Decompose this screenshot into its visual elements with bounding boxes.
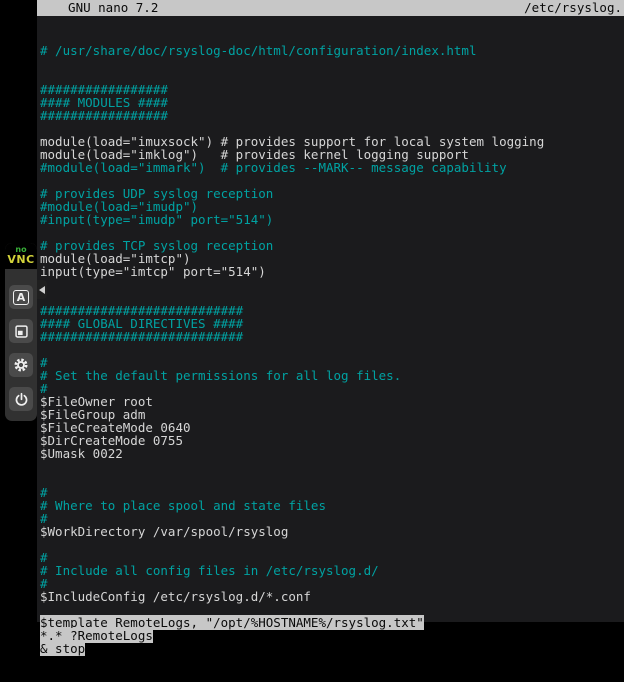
terminal-window: GNU nano 7.2 /etc/rsyslog. # /usr/share/… (37, 0, 624, 622)
editor-line (40, 57, 624, 70)
editor-line: *.* ?RemoteLogs (40, 629, 624, 642)
editor-area[interactable]: # /usr/share/doc/rsyslog-doc/html/config… (37, 16, 624, 681)
editor-line: ########################### (40, 330, 624, 343)
vnc-toolbar: no VNC A (5, 243, 37, 421)
editor-lines: # /usr/share/doc/rsyslog-doc/html/config… (40, 44, 624, 655)
nano-file-path: /etc/rsyslog. (524, 0, 622, 16)
editor-line (40, 460, 624, 473)
power-icon (14, 392, 29, 407)
editor-line: #input(type="imudp" port="514") (40, 213, 624, 226)
editor-line: # Set the default permissions for all lo… (40, 369, 624, 382)
toolbar-collapse-handle[interactable] (37, 280, 47, 299)
editor-line: # Include all config files in /etc/rsysl… (40, 564, 624, 577)
editor-line: $IncludeConfig /etc/rsyslog.d/*.conf (40, 590, 624, 603)
editor-line: # /usr/share/doc/rsyslog-doc/html/config… (40, 44, 624, 57)
editor-line: $DirCreateMode 0755 (40, 434, 624, 447)
editor-line (40, 538, 624, 551)
chevron-left-icon (39, 286, 45, 294)
editor-line: ################# (40, 109, 624, 122)
editor-line: # Where to place spool and state files (40, 499, 624, 512)
editor-line: & stop (40, 642, 624, 655)
novnc-logo: no VNC (5, 243, 37, 269)
power-button[interactable] (9, 387, 33, 411)
editor-line: $Umask 0022 (40, 447, 624, 460)
gear-icon (13, 357, 29, 373)
nano-app-title: GNU nano 7.2 (53, 0, 158, 16)
keyboard-icon: A (13, 290, 30, 305)
editor-line (40, 473, 624, 486)
editor-line: $WorkDirectory /var/spool/rsyslog (40, 525, 624, 538)
fullscreen-icon (14, 324, 29, 339)
novnc-logo-text-bottom: VNC (5, 254, 37, 265)
editor-line (40, 278, 624, 291)
keyboard-button[interactable]: A (9, 285, 33, 309)
settings-button[interactable] (9, 353, 33, 377)
fullscreen-button[interactable] (9, 319, 33, 343)
editor-line: #module(load="immark") # provides --MARK… (40, 161, 624, 174)
editor-line: input(type="imtcp" port="514") (40, 265, 624, 278)
nano-titlebar: GNU nano 7.2 /etc/rsyslog. (37, 0, 624, 16)
editor-line (40, 343, 624, 356)
